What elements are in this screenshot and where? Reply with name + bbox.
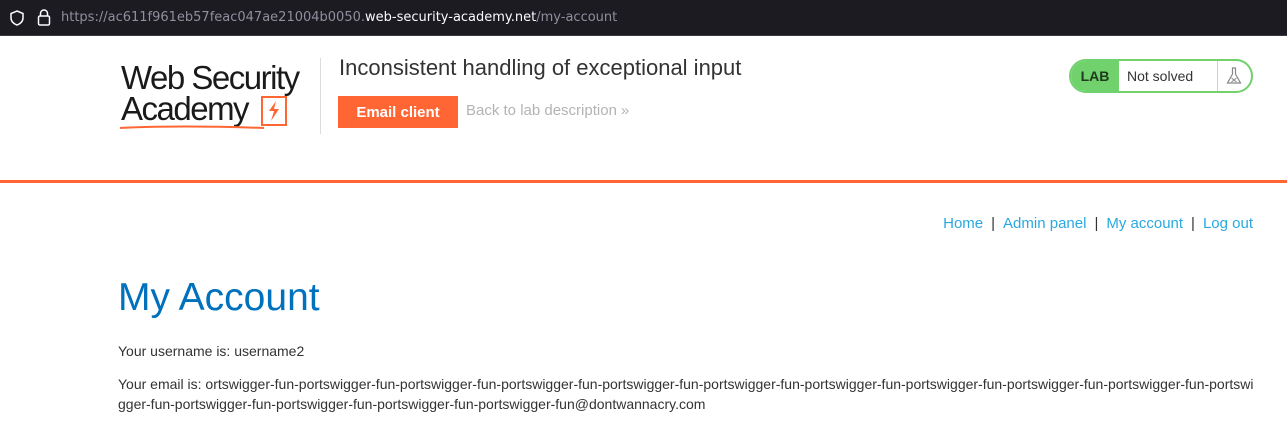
logo-underline-swoosh xyxy=(119,125,265,129)
lab-status-text: Not solved xyxy=(1127,68,1194,84)
url-path: /my-account xyxy=(536,10,618,25)
header-divider xyxy=(320,58,321,134)
username-text: Your username is: username2 xyxy=(118,343,305,359)
shield-icon[interactable] xyxy=(10,10,24,26)
top-navigation: Home | Admin panel | My account | Log out xyxy=(943,215,1253,232)
status-divider xyxy=(1217,61,1218,91)
flask-icon xyxy=(1226,67,1242,84)
page-title: My Account xyxy=(118,276,320,319)
lab-tag: LAB xyxy=(1071,61,1119,91)
url-domain: web-security-academy.net xyxy=(365,10,537,25)
lab-header: Web Security Academy Inconsistent handli… xyxy=(0,36,1287,181)
url-prefix: https://ac611f961eb57feac047ae21004b0050… xyxy=(61,10,365,25)
back-link-label: Back to lab description xyxy=(466,102,617,119)
email-text: Your email is: ortswigger-fun-portswigge… xyxy=(118,376,1254,412)
header-bottom-rule xyxy=(0,180,1287,183)
nav-separator: | xyxy=(991,215,996,232)
email-client-button[interactable]: Email client xyxy=(338,96,458,128)
nav-my-account-link[interactable]: My account xyxy=(1106,215,1183,232)
nav-separator: | xyxy=(1094,215,1099,232)
nav-home-link[interactable]: Home xyxy=(943,215,983,232)
nav-log-out-link[interactable]: Log out xyxy=(1203,215,1253,232)
double-chevron-right-icon: » xyxy=(620,102,630,119)
nav-admin-panel-link[interactable]: Admin panel xyxy=(1003,215,1086,232)
browser-url-bar[interactable]: https://ac611f961eb57feac047ae21004b0050… xyxy=(0,0,1287,36)
url-text[interactable]: https://ac611f961eb57feac047ae21004b0050… xyxy=(61,9,617,27)
lock-icon[interactable] xyxy=(37,9,51,26)
lab-status-widget[interactable]: LAB Not solved xyxy=(1069,59,1253,93)
back-to-lab-description-link[interactable]: Back to lab description» xyxy=(466,102,629,119)
web-security-academy-logo[interactable]: Web Security Academy xyxy=(118,56,318,136)
nav-separator: | xyxy=(1191,215,1195,232)
lab-title: Inconsistent handling of exceptional inp… xyxy=(339,55,742,80)
